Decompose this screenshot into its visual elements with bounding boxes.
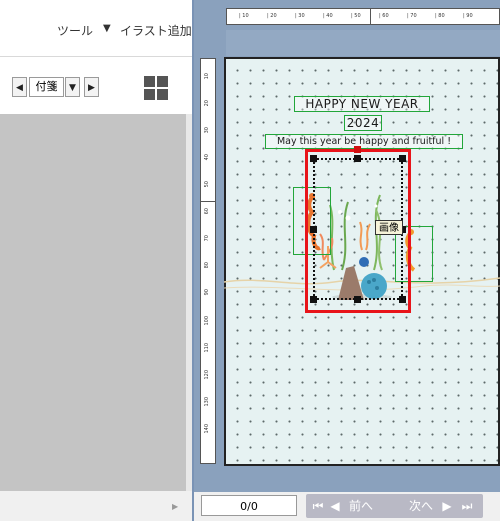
- next-button[interactable]: 次へ: [404, 495, 438, 517]
- resize-handle[interactable]: [399, 296, 406, 303]
- ruler-tick-label: | 90: [463, 13, 473, 19]
- ruler-tick-label: 90: [204, 289, 210, 296]
- ruler-center-mark: [370, 9, 371, 25]
- prev-button[interactable]: 前へ: [344, 495, 378, 517]
- ruler-tick-label: 10: [204, 73, 210, 80]
- ruler-tick-label: 50: [204, 181, 210, 188]
- resize-handle[interactable]: [310, 226, 317, 233]
- first-page-icon[interactable]: ⏮: [310, 495, 326, 517]
- ruler-tick-label: | 30: [295, 13, 305, 19]
- message-textbox[interactable]: May this year be happy and fruitful !: [265, 134, 463, 149]
- menu-add-illustration[interactable]: イラスト追加: [120, 22, 192, 39]
- year-textbox[interactable]: 2024: [344, 115, 382, 131]
- resize-handle[interactable]: [354, 155, 361, 162]
- ruler-tick-label: 110: [204, 343, 210, 353]
- page-dropdown-button[interactable]: ▼: [65, 77, 80, 97]
- vertical-ruler: 10 20 30 40 50 60 70 80 90 100 110 120 130 140: [200, 58, 216, 464]
- ruler-strip: [226, 30, 500, 56]
- dropdown-arrow-icon[interactable]: ▼: [103, 23, 111, 34]
- ruler-tick-label: | 40: [323, 13, 333, 19]
- ruler-tick-label: | 20: [267, 13, 277, 19]
- ruler-tick-label: 20: [204, 100, 210, 107]
- horizontal-ruler: | 10 | 20 | 30 | 40 | 50 | 60 | 70 | 80 | 90: [226, 8, 500, 25]
- triangle-left-icon: ◀: [16, 83, 23, 93]
- ruler-tick-label: 40: [204, 154, 210, 161]
- next-page-button[interactable]: ▶: [84, 77, 99, 97]
- prev-arrow-icon[interactable]: ◀: [328, 495, 342, 517]
- resize-handle[interactable]: [399, 155, 406, 162]
- ruler-tick-label: 120: [204, 370, 210, 380]
- rotate-handle[interactable]: [354, 146, 361, 153]
- scroll-right-icon[interactable]: ▶: [172, 502, 178, 511]
- ruler-tick-label: | 60: [379, 13, 389, 19]
- ruler-tick-label: 140: [204, 424, 210, 434]
- next-arrow-icon[interactable]: ▶: [440, 495, 454, 517]
- prev-page-button[interactable]: ◀: [12, 77, 27, 97]
- image-tooltip: 画像: [375, 220, 403, 235]
- resize-handle[interactable]: [310, 155, 317, 162]
- ruler-tick-label: | 10: [239, 13, 249, 19]
- ruler-tick-label: | 70: [407, 13, 417, 19]
- last-page-icon[interactable]: ⏭: [458, 495, 476, 517]
- triangle-down-icon: ▼: [69, 83, 76, 93]
- ruler-center-mark: [201, 201, 216, 202]
- resize-handle[interactable]: [310, 296, 317, 303]
- ruler-tick-label: | 80: [435, 13, 445, 19]
- page-select[interactable]: 付箋: [29, 77, 64, 97]
- page-counter: 0/0: [201, 495, 297, 516]
- ruler-tick-label: 80: [204, 262, 210, 269]
- ruler-tick-label: 100: [204, 316, 210, 326]
- left-status-bar: [0, 491, 192, 521]
- ruler-tick-label: 30: [204, 127, 210, 134]
- menu-tools[interactable]: ツール: [57, 22, 93, 39]
- thumbnail-panel: [0, 114, 186, 491]
- ruler-tick-label: 60: [204, 208, 210, 215]
- triangle-right-icon: ▶: [88, 83, 95, 93]
- ruler-tick-label: 130: [204, 397, 210, 407]
- resize-handle[interactable]: [354, 296, 361, 303]
- ruler-tick-label: 70: [204, 235, 210, 242]
- grid-view-icon[interactable]: [144, 76, 168, 100]
- ruler-tick-label: | 50: [351, 13, 361, 19]
- title-textbox[interactable]: HAPPY NEW YEAR: [294, 96, 430, 112]
